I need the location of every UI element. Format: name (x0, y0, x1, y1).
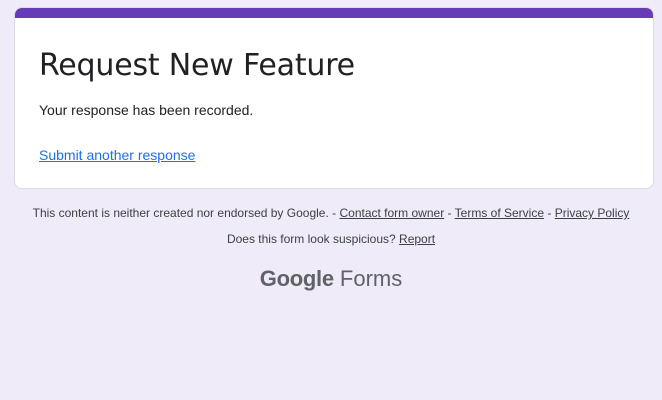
footer-suspicious-line: Does this form look suspicious? Report (0, 232, 662, 246)
google-logo-word: Google (259, 266, 334, 291)
footer-separator: - (544, 206, 555, 220)
form-title: Request New Feature (39, 48, 355, 83)
report-link[interactable]: Report (399, 232, 435, 246)
submit-another-response-link[interactable]: Submit another response (39, 147, 195, 163)
contact-form-owner-link[interactable]: Contact form owner (339, 206, 444, 220)
footer-disclaimer-text: This content is neither created nor endo… (32, 206, 329, 220)
footer-disclaimer-line: This content is neither created nor endo… (0, 206, 662, 220)
privacy-policy-link[interactable]: Privacy Policy (555, 206, 630, 220)
confirmation-message: Your response has been recorded. (39, 102, 254, 118)
suspicious-question-text: Does this form look suspicious? (226, 232, 396, 246)
forms-logo-word: Forms (339, 266, 403, 291)
footer-separator: - (328, 206, 340, 220)
footer-separator: - (444, 206, 455, 220)
card-accent-bar (15, 8, 653, 18)
google-forms-logo[interactable]: Google Forms (0, 266, 662, 292)
terms-of-service-link[interactable]: Terms of Service (455, 206, 544, 220)
response-card: Request New Feature Your response has be… (14, 7, 654, 189)
